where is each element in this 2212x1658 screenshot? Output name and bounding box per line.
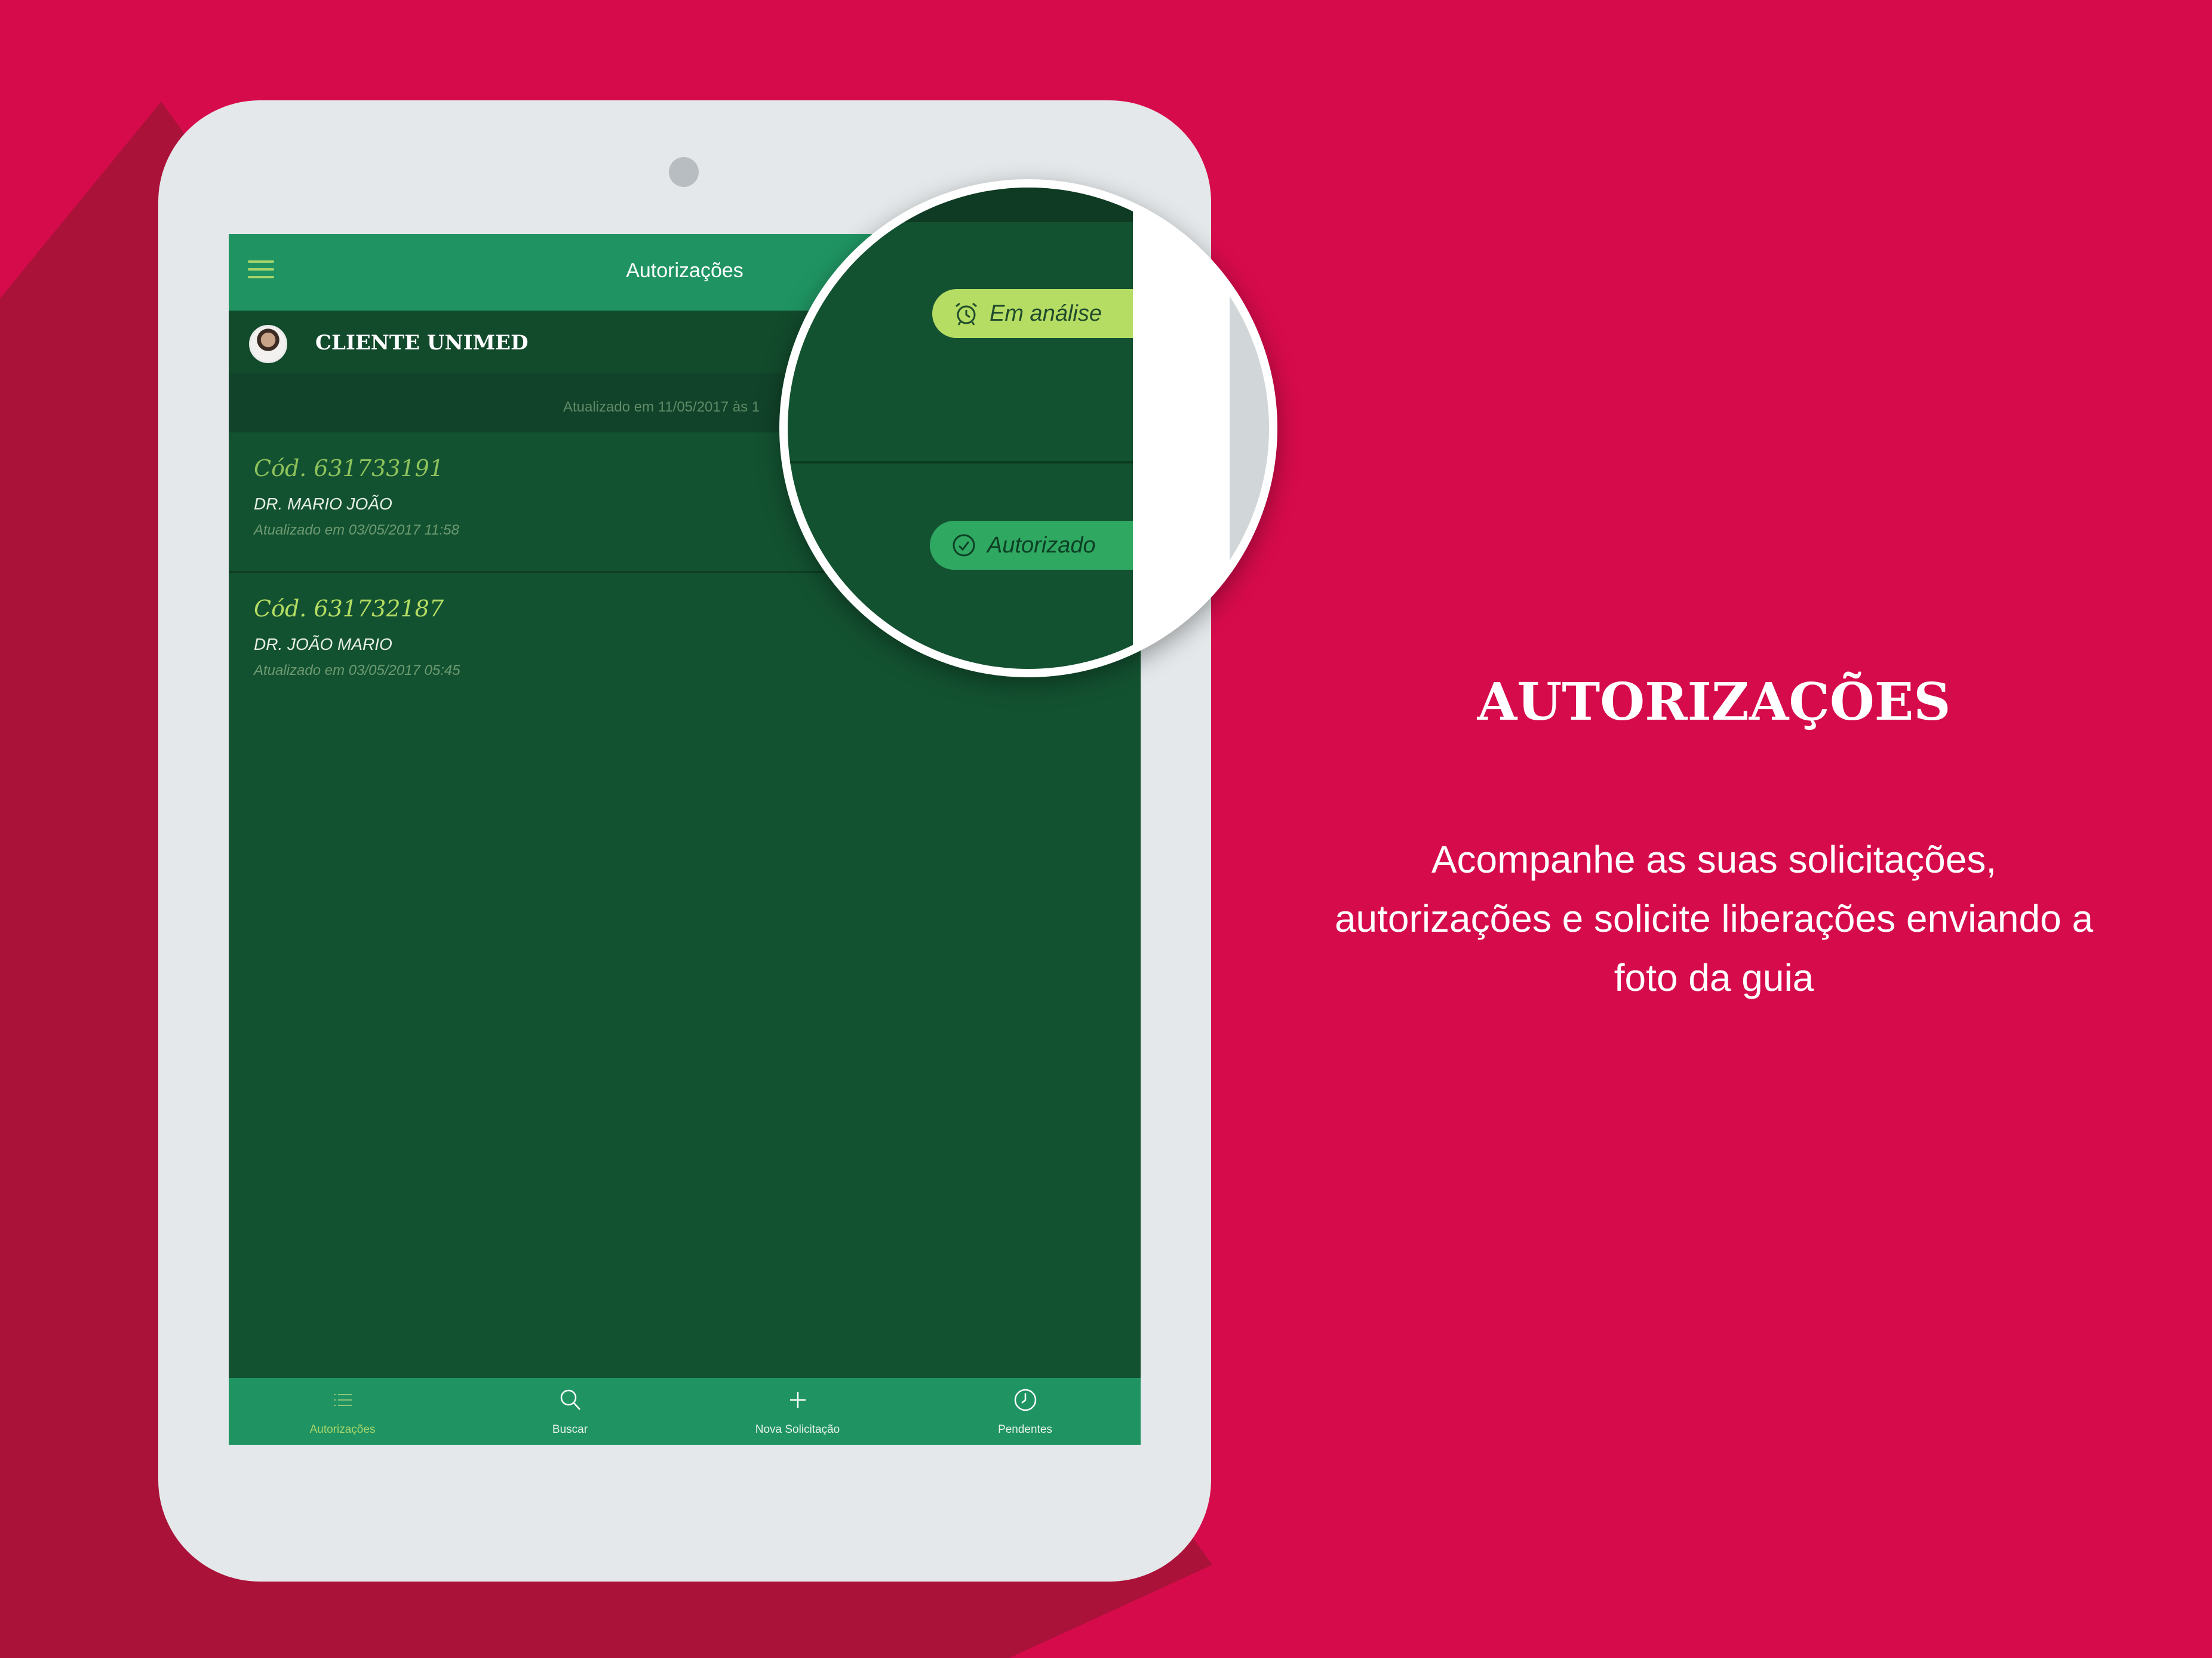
tab-label: Autorizações [309, 1423, 376, 1436]
promo-line: foto da guia [1614, 956, 1814, 999]
status-badge-em-analise: Em análise [932, 289, 1133, 338]
clock-icon [1014, 1389, 1037, 1411]
authorization-updated: Atualizado em 03/05/2017 05:45 [254, 662, 460, 678]
zoomed-bezel [1133, 188, 1240, 669]
tab-label: Buscar [552, 1423, 588, 1436]
zoom-magnifier: Em análise Autorizado [779, 179, 1277, 677]
last-updated-text: Atualizado em 11/05/2017 às 1 [563, 399, 760, 415]
alarm-clock-icon [956, 302, 977, 326]
promo-line: Acompanhe as suas solicitações, [1431, 838, 1997, 881]
zoomed-header [788, 188, 1133, 222]
camera-dot [669, 157, 699, 187]
tab-label: Pendentes [998, 1423, 1052, 1436]
zoomed-bezel-edge [1230, 188, 1269, 669]
avatar[interactable] [249, 325, 287, 363]
doctor-name: DR. MARIO JOÃO [254, 495, 392, 513]
status-badge-label: Autorizado [987, 532, 1096, 558]
list-divider [788, 461, 1133, 463]
tab-autorizacoes[interactable]: Autorizações [229, 1378, 456, 1445]
doctor-name: DR. JOÃO MARIO [254, 635, 392, 653]
authorization-updated: Atualizado em 03/05/2017 11:58 [254, 522, 459, 538]
promo-heading: AUTORIZAÇÕES [1477, 672, 1951, 732]
tab-nova-solicitacao[interactable]: Nova Solicitação [684, 1378, 911, 1445]
status-badge-label: Em análise [990, 300, 1102, 326]
bottom-tab-bar: Autorizações Buscar Nova Solicitação Pen… [229, 1378, 1141, 1445]
search-icon [560, 1389, 580, 1410]
check-circle-icon [953, 534, 975, 557]
tab-label: Nova Solicitação [755, 1423, 840, 1436]
authorization-code: Cód. 631733191 [254, 455, 444, 481]
list-icon [334, 1394, 352, 1406]
plus-icon [790, 1392, 806, 1408]
zoomed-screen: Em análise Autorizado [788, 188, 1133, 669]
promo-line: autorizações e solicite liberações envia… [1334, 897, 2094, 940]
authorization-code: Cód. 631732187 [254, 595, 444, 622]
tab-pendentes[interactable]: Pendentes [911, 1378, 1139, 1445]
tab-buscar[interactable]: Buscar [456, 1378, 684, 1445]
status-badge-autorizado: Autorizado [930, 521, 1133, 570]
promo-description: Acompanhe as suas solicitações, autoriza… [1296, 830, 2132, 1008]
user-name: CLIENTE UNIMED [315, 331, 529, 355]
